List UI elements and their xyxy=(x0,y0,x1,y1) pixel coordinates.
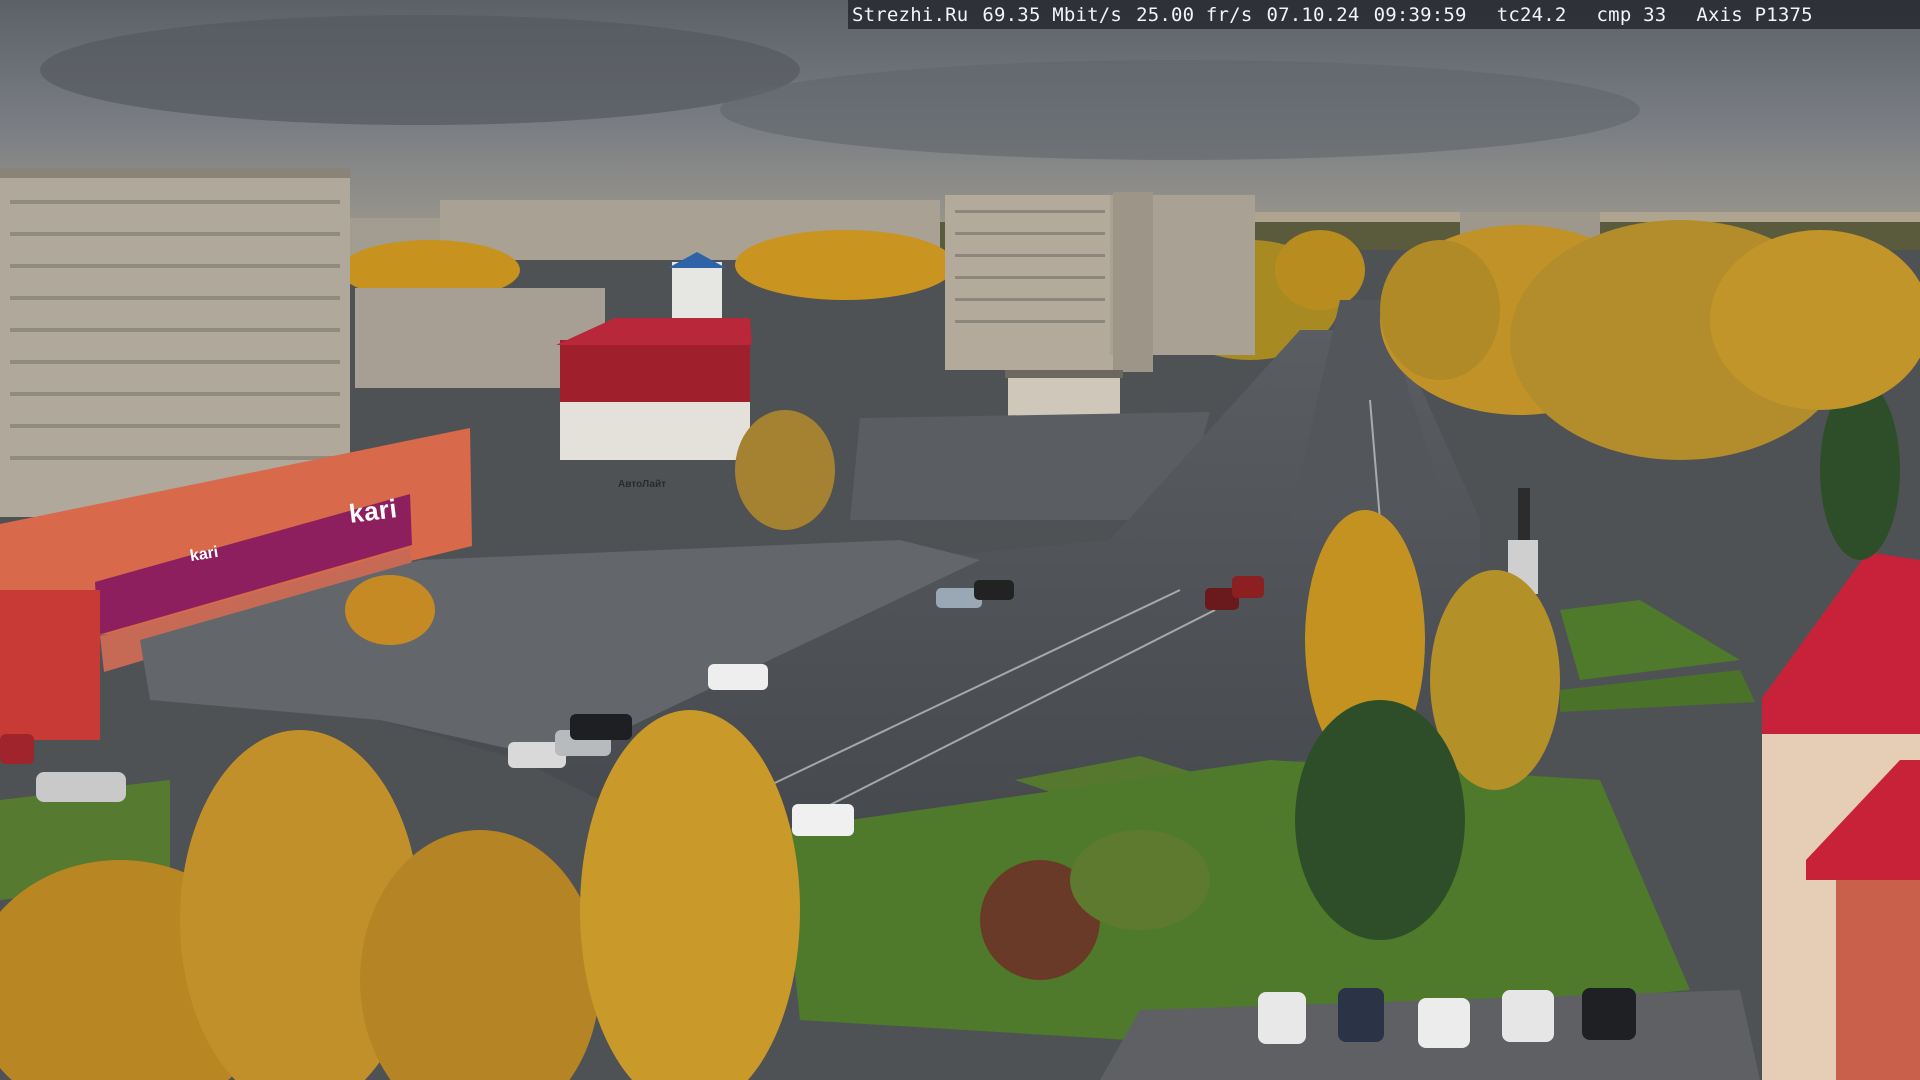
webcam-frame: kari kari АвтоЛайт Strezhi.Ru 69.35 Mbit… xyxy=(0,0,1920,1080)
avtolend-sign: АвтоЛайт xyxy=(618,479,666,490)
low-building-roof xyxy=(1005,370,1123,378)
kari-store-sign: kari xyxy=(347,493,399,529)
osd-date: 07.10.24 xyxy=(1266,3,1360,26)
camera-osd-overlay: Strezhi.Ru 69.35 Mbit/s 25.00 fr/s 07.10… xyxy=(848,0,1920,29)
osd-framerate: 25.00 fr/s xyxy=(1136,3,1253,26)
blue-roof-tower xyxy=(672,262,722,318)
apartment-tower-shaft xyxy=(1113,192,1153,372)
osd-bitrate: 69.35 Mbit/s xyxy=(982,3,1123,26)
osd-time: 09:39:59 xyxy=(1373,3,1467,26)
monument-statue xyxy=(1518,488,1530,540)
osd-site: Strezhi.Ru xyxy=(852,3,969,26)
autumn-tree xyxy=(1275,230,1365,310)
red-roof-building-top xyxy=(560,340,750,402)
building-right-wall xyxy=(1836,880,1920,1080)
cloud xyxy=(720,60,1640,160)
red-corner-building xyxy=(0,590,100,740)
osd-timecode: tc24.2 xyxy=(1496,3,1567,26)
street-scene xyxy=(0,0,1920,1080)
osd-compression: cmp 33 xyxy=(1596,3,1667,26)
apartment-block-left-roof xyxy=(0,168,350,178)
osd-camera-model: Axis P1375 xyxy=(1696,3,1813,26)
apartment-tower-center xyxy=(945,195,1115,370)
autumn-tree xyxy=(735,230,955,300)
cloud xyxy=(40,15,800,125)
low-building xyxy=(1008,376,1120,420)
